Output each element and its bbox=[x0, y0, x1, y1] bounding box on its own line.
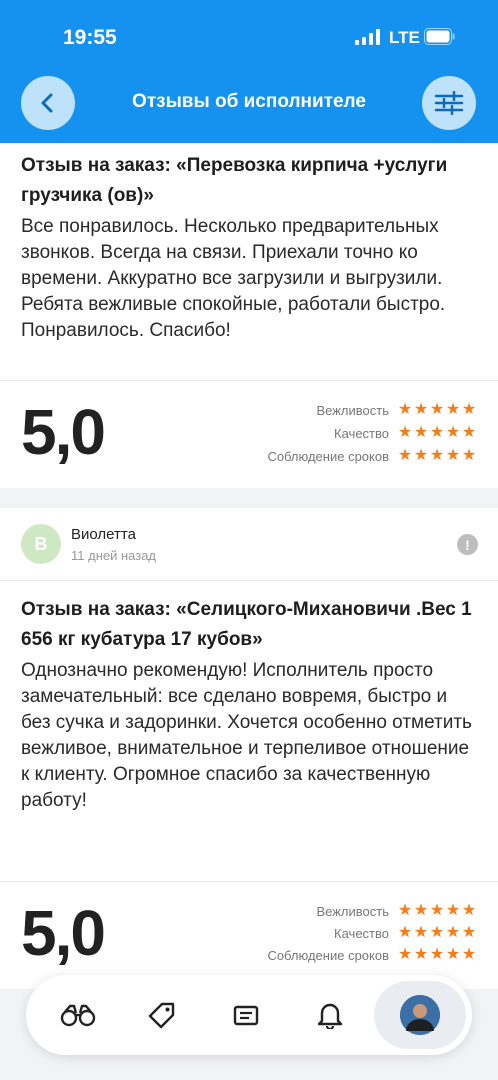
binoculars-icon bbox=[60, 1004, 96, 1027]
criterion-row: Соблюдение сроков ★ ★ ★ ★ ★ bbox=[177, 944, 477, 966]
review-text: Однозначно рекомендую! Исполнитель прост… bbox=[21, 660, 472, 811]
signal-icon bbox=[355, 29, 380, 45]
star-icon: ★ bbox=[445, 401, 461, 418]
bell-icon bbox=[317, 1003, 343, 1029]
criterion-label: Качество bbox=[334, 425, 389, 441]
profile-avatar bbox=[400, 995, 440, 1035]
star-rating: ★ ★ ★ ★ ★ bbox=[397, 925, 477, 941]
star-icon: ★ bbox=[445, 424, 461, 441]
star-icon: ★ bbox=[429, 902, 445, 919]
tab-notifications[interactable] bbox=[310, 995, 350, 1035]
criterion-label: Соблюдение сроков bbox=[267, 448, 389, 464]
star-icon: ★ bbox=[429, 946, 445, 963]
author-name: Виолетта bbox=[71, 526, 136, 543]
criterion-label: Качество bbox=[334, 925, 389, 941]
star-icon: ★ bbox=[429, 401, 445, 418]
filter-button[interactable] bbox=[422, 76, 476, 130]
bottom-tab-bar bbox=[26, 975, 472, 1055]
network-type: LTE bbox=[389, 28, 420, 47]
star-icon: ★ bbox=[413, 447, 429, 464]
review-text: Все понравилось. Несколько предварительн… bbox=[21, 216, 446, 341]
report-icon[interactable]: ! bbox=[457, 534, 478, 555]
star-icon: ★ bbox=[397, 447, 413, 464]
criterion-row: Вежливость ★ ★ ★ ★ ★ bbox=[177, 399, 477, 421]
criterion-row: Соблюдение сроков ★ ★ ★ ★ ★ bbox=[177, 445, 477, 467]
tag-icon bbox=[148, 1002, 175, 1029]
rating-value: 5,0 bbox=[21, 396, 106, 468]
star-icon: ★ bbox=[397, 424, 413, 441]
tab-offers[interactable] bbox=[142, 995, 182, 1035]
order-title: Отзыв на заказ: «Перевозка кирпича +услу… bbox=[21, 155, 448, 206]
star-icon: ★ bbox=[397, 924, 413, 941]
star-icon: ★ bbox=[445, 902, 461, 919]
star-rating: ★ ★ ★ ★ ★ bbox=[397, 402, 477, 418]
app-header: 19:55 LTE Отзывы об исполнителе bbox=[0, 0, 498, 143]
criterion-label: Вежливость bbox=[316, 402, 389, 418]
star-icon: ★ bbox=[461, 401, 477, 418]
star-icon: ★ bbox=[461, 902, 477, 919]
rating-block: 5,0 Вежливость ★ ★ ★ ★ ★ Качество ★ ★ ★ ★ ★ Собл… bbox=[0, 882, 498, 989]
star-icon: ★ bbox=[413, 924, 429, 941]
tab-orders[interactable] bbox=[226, 995, 266, 1035]
rating-block: 5,0 Вежливость ★ ★ ★ ★ ★ Качество ★ ★ ★ ★ ★ Собл… bbox=[0, 381, 498, 488]
review-card: Отзыв на заказ: «Перевозка кирпича +услу… bbox=[0, 143, 498, 380]
star-rating: ★ ★ ★ ★ ★ bbox=[397, 425, 477, 441]
star-rating: ★ ★ ★ ★ ★ bbox=[397, 947, 477, 963]
star-icon: ★ bbox=[445, 447, 461, 464]
star-icon: ★ bbox=[461, 946, 477, 963]
orders-icon bbox=[233, 1005, 259, 1026]
star-icon: ★ bbox=[429, 924, 445, 941]
star-icon: ★ bbox=[413, 401, 429, 418]
star-icon: ★ bbox=[429, 447, 445, 464]
star-icon: ★ bbox=[445, 946, 461, 963]
review-date: 11 дней назад bbox=[71, 548, 157, 563]
star-rating: ★ ★ ★ ★ ★ bbox=[397, 903, 477, 919]
criterion-label: Вежливость bbox=[316, 903, 389, 919]
review-card: Отзыв на заказ: «Селицкого-Михановичи .В… bbox=[0, 581, 498, 881]
star-icon: ★ bbox=[461, 424, 477, 441]
tab-profile[interactable] bbox=[400, 995, 440, 1035]
star-icon: ★ bbox=[445, 924, 461, 941]
criterion-row: Качество ★ ★ ★ ★ ★ bbox=[177, 422, 477, 444]
sliders-icon bbox=[434, 91, 464, 115]
battery-icon bbox=[424, 28, 455, 45]
tab-search[interactable] bbox=[58, 995, 98, 1035]
status-bar: 19:55 LTE bbox=[0, 0, 498, 70]
star-icon: ★ bbox=[413, 902, 429, 919]
criterion-label: Соблюдение сроков bbox=[267, 947, 389, 963]
star-icon: ★ bbox=[461, 924, 477, 941]
star-icon: ★ bbox=[397, 401, 413, 418]
criterion-row: Вежливость ★ ★ ★ ★ ★ bbox=[177, 900, 477, 922]
star-icon: ★ bbox=[397, 946, 413, 963]
star-icon: ★ bbox=[429, 424, 445, 441]
star-icon: ★ bbox=[461, 447, 477, 464]
status-time: 19:55 bbox=[63, 26, 117, 49]
order-title: Отзыв на заказ: «Селицкого-Михановичи .В… bbox=[21, 599, 472, 650]
star-icon: ★ bbox=[397, 902, 413, 919]
star-icon: ★ bbox=[413, 424, 429, 441]
rating-value: 5,0 bbox=[21, 897, 106, 969]
star-rating: ★ ★ ★ ★ ★ bbox=[397, 448, 477, 464]
review-author: В Виолетта 11 дней назад ! bbox=[0, 508, 498, 580]
star-icon: ★ bbox=[413, 946, 429, 963]
avatar: В bbox=[21, 524, 61, 564]
criterion-row: Качество ★ ★ ★ ★ ★ bbox=[177, 922, 477, 944]
